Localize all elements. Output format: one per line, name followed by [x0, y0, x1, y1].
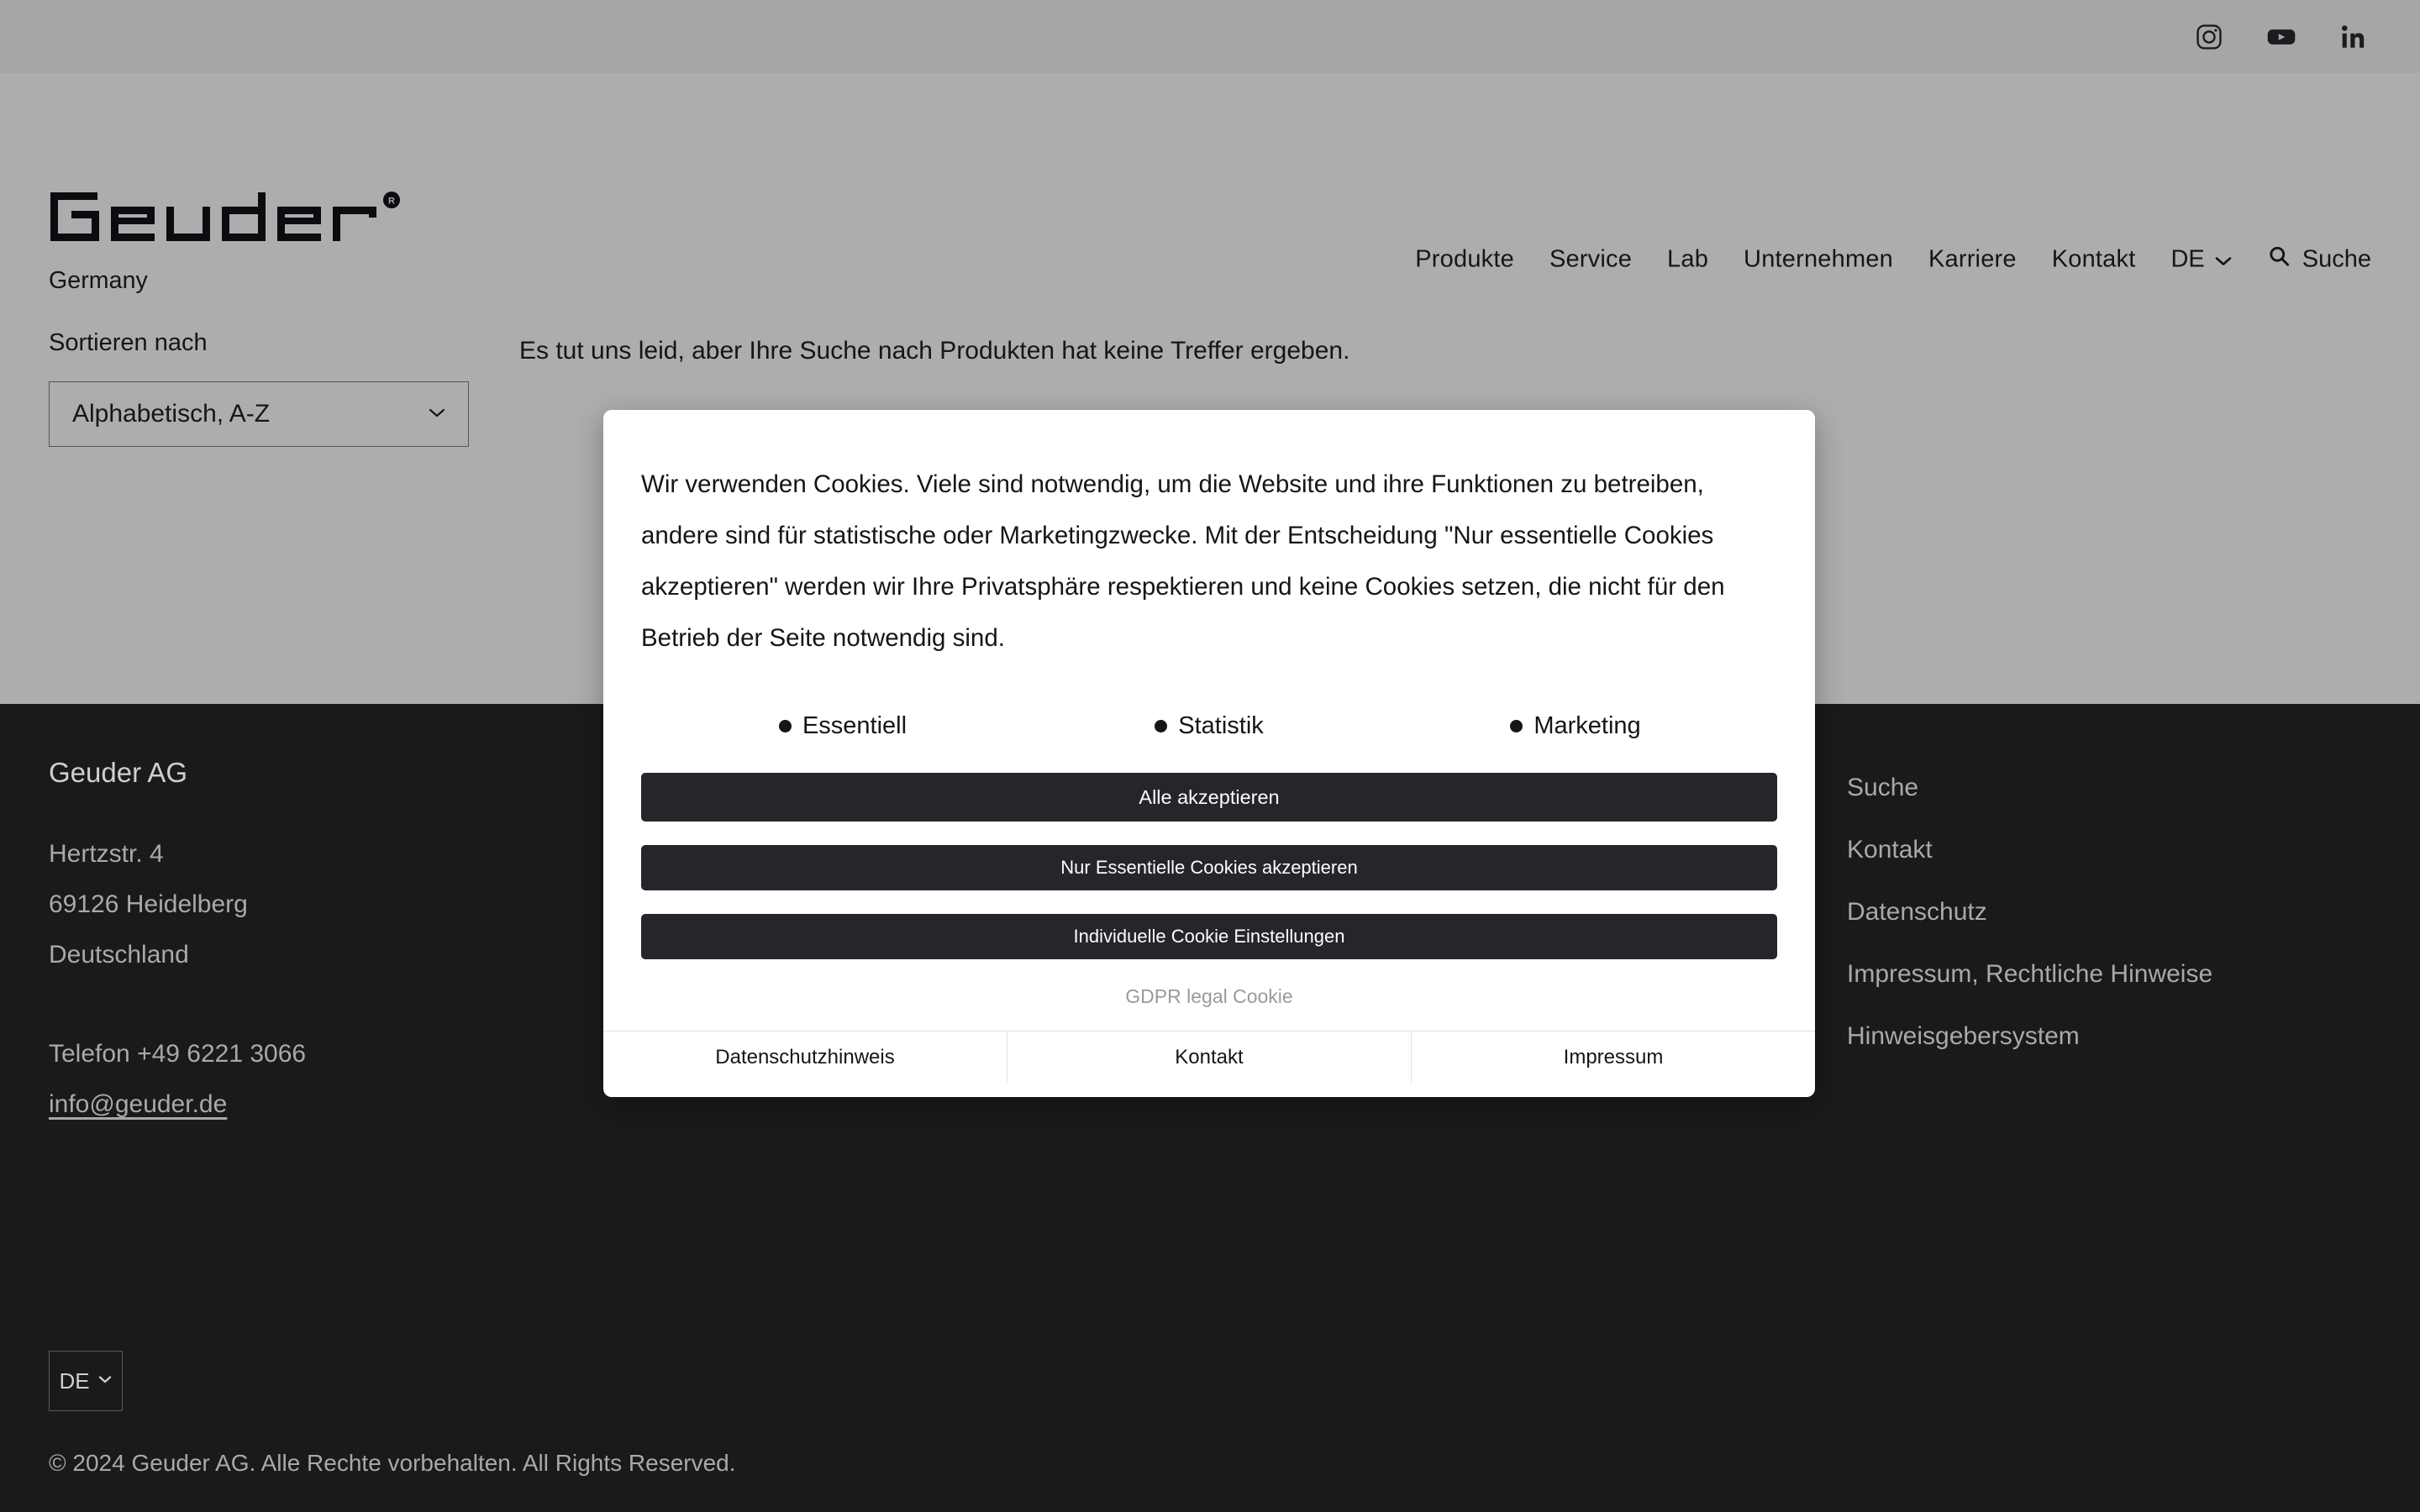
accept-essential-button[interactable]: Nur Essentielle Cookies akzeptieren: [641, 845, 1777, 890]
sort-label: Sortieren nach: [49, 329, 208, 356]
site-header: R Germany Produkte Service Lab Unternehm…: [0, 73, 2420, 329]
footer-copyright: © 2024 Geuder AG. Alle Rechte vorbehalte…: [49, 1450, 736, 1476]
cookie-category-essentiell[interactable]: Essentiell: [660, 712, 1026, 740]
search-label: Suche: [2302, 245, 2371, 273]
svg-text:R: R: [388, 197, 395, 207]
bullet-icon: [1510, 720, 1523, 732]
nav-item-unternehmen[interactable]: Unternehmen: [1726, 246, 1911, 274]
social-topbar: [0, 0, 2420, 73]
footer-link-suche[interactable]: Suche: [1847, 757, 2371, 819]
cookie-link-kontakt[interactable]: Kontakt: [1007, 1032, 1411, 1083]
footer-link-impressum[interactable]: Impressum, Rechtliche Hinweise: [1847, 943, 2371, 1005]
cookie-category-marketing[interactable]: Marketing: [1392, 712, 1759, 740]
youtube-icon[interactable]: [2265, 21, 2297, 53]
footer-link-hinweisgebersystem[interactable]: Hinweisgebersystem: [1847, 1005, 2371, 1068]
cookie-description: Wir verwenden Cookies. Viele sind notwen…: [641, 470, 1725, 652]
cookie-dialog-footer: Datenschutzhinweis Kontakt Impressum: [603, 1031, 1815, 1083]
individual-settings-button[interactable]: Individuelle Cookie Einstellungen: [641, 914, 1777, 959]
gdpr-note: GDPR legal Cookie: [1125, 985, 1293, 1007]
instagram-icon[interactable]: [2195, 23, 2223, 51]
cookie-category-label: Essentiell: [802, 712, 908, 739]
nav-item-produkte[interactable]: Produkte: [1397, 246, 1532, 274]
footer-link-kontakt[interactable]: Kontakt: [1847, 819, 2371, 881]
language-selector-header-value: DE: [2170, 245, 2205, 273]
footer-links-column: Suche Kontakt Datenschutz Impressum, Rec…: [1847, 757, 2371, 1130]
no-results-message: Es tut uns leid, aber Ihre Suche nach Pr…: [519, 337, 1350, 365]
sort-select-value: Alphabetisch, A-Z: [72, 400, 271, 428]
search-icon: [2268, 245, 2291, 275]
filter-sidebar: Sortieren nach Alphabetisch, A-Z: [49, 329, 473, 447]
nav-item-service[interactable]: Service: [1532, 246, 1649, 274]
footer-email-link[interactable]: info@geuder.de: [49, 1079, 227, 1130]
bullet-icon: [778, 720, 792, 732]
language-selector-header[interactable]: DE: [2153, 246, 2249, 274]
nav-item-kontakt[interactable]: Kontakt: [2034, 246, 2154, 274]
cookie-category-label: Marketing: [1534, 712, 1641, 739]
cookie-dialog-actions: Alle akzeptieren Nur Essentielle Cookies…: [603, 740, 1815, 1008]
chevron-down-icon: [2214, 246, 2233, 274]
brand-block[interactable]: R Germany: [49, 191, 444, 295]
cookie-link-datenschutzhinweis[interactable]: Datenschutzhinweis: [603, 1032, 1007, 1083]
footer-bottom-bar: DE © 2024 Geuder AG. Alle Rechte vorbeha…: [49, 1351, 2371, 1512]
main-navigation: Produkte Service Lab Unternehmen Karrier…: [1397, 245, 2371, 275]
cookie-category-statistik[interactable]: Statistik: [1026, 712, 1392, 740]
footer-link-datenschutz[interactable]: Datenschutz: [1847, 881, 2371, 943]
cookie-link-impressum[interactable]: Impressum: [1411, 1032, 1815, 1083]
language-selector-footer[interactable]: DE: [49, 1351, 123, 1411]
language-selector-footer-value: DE: [59, 1368, 90, 1394]
social-links: [2195, 21, 2368, 53]
cookie-category-label: Statistik: [1178, 712, 1264, 739]
chevron-down-icon: [427, 407, 447, 423]
nav-item-lab[interactable]: Lab: [1649, 246, 1726, 274]
nav-item-karriere[interactable]: Karriere: [1911, 246, 2034, 274]
cookie-consent-dialog: Wir verwenden Cookies. Viele sind notwen…: [603, 410, 1815, 1097]
bullet-icon: [1155, 720, 1168, 732]
cookie-categories: Essentiell Statistik Marketing: [641, 712, 1777, 740]
chevron-down-icon: [97, 1373, 113, 1389]
accept-all-button[interactable]: Alle akzeptieren: [641, 773, 1777, 822]
sort-select[interactable]: Alphabetisch, A-Z: [49, 381, 469, 447]
linkedin-icon[interactable]: [2339, 23, 2368, 51]
search-button[interactable]: Suche: [2250, 245, 2371, 275]
cookie-dialog-body: Wir verwenden Cookies. Viele sind notwen…: [603, 410, 1815, 740]
brand-subtitle: Germany: [49, 267, 148, 294]
geuder-logo[interactable]: R: [49, 191, 444, 243]
